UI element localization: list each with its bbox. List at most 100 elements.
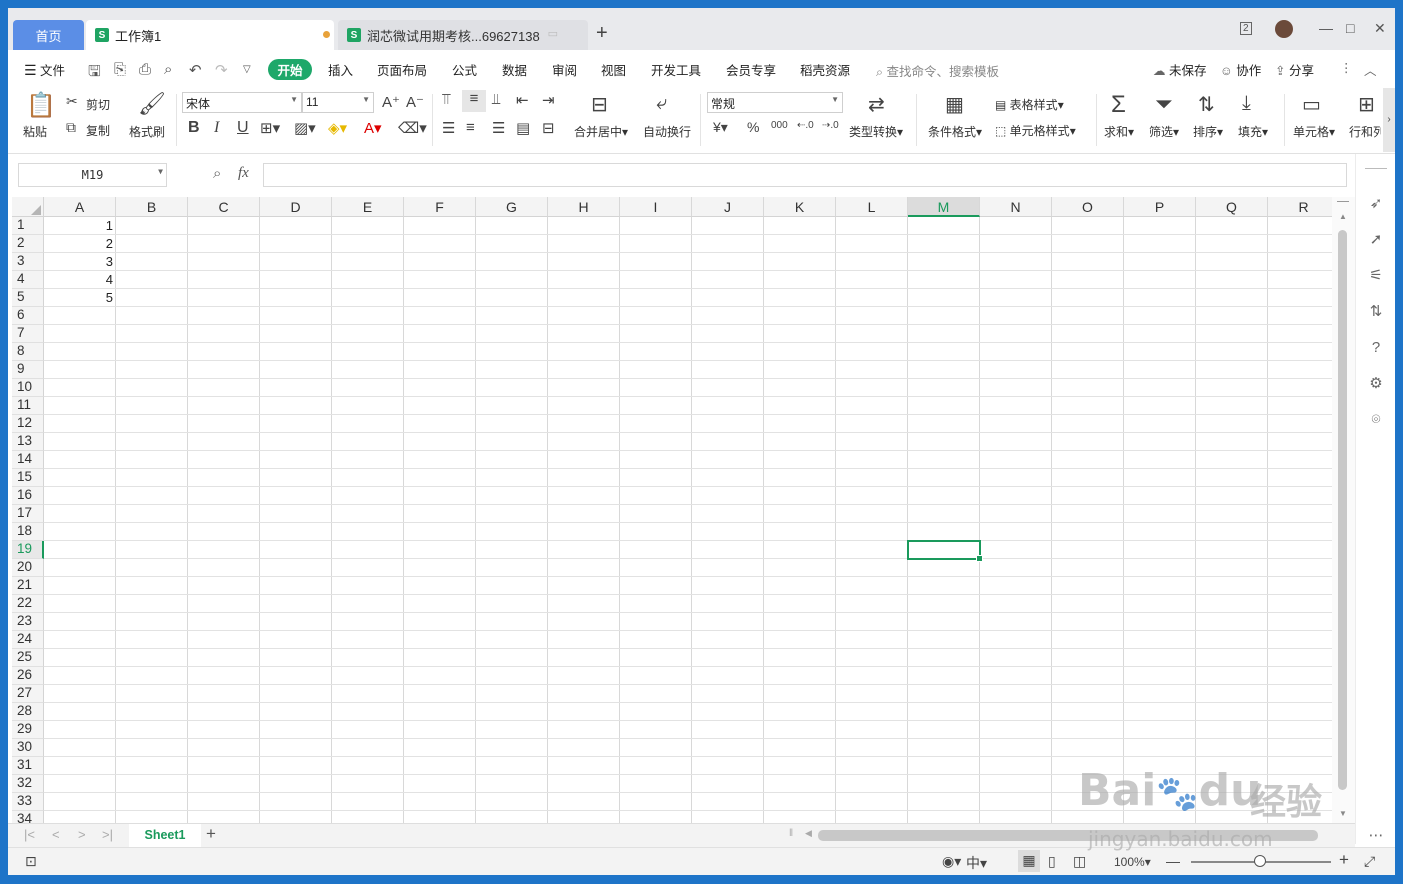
row-header-3[interactable]: 3 xyxy=(12,253,44,271)
cell-style-button[interactable]: ⬚ 单元格样式▾ xyxy=(995,122,1076,139)
sliders-icon[interactable]: ⚟ xyxy=(1368,268,1384,284)
tab-home[interactable]: 首页 xyxy=(13,20,84,50)
underline-button[interactable]: U xyxy=(237,119,249,137)
column-header-n[interactable]: N xyxy=(980,197,1052,217)
align-left-icon[interactable]: ☰ xyxy=(442,119,455,137)
collapse-ribbon-icon[interactable]: ︿ xyxy=(1364,60,1377,79)
select-all-corner[interactable] xyxy=(12,197,44,217)
row-header-14[interactable]: 14 xyxy=(12,451,44,469)
menu-docer[interactable]: 稻壳资源 xyxy=(800,60,850,79)
table-style-button[interactable]: ▤ 表格样式▾ xyxy=(995,96,1064,113)
row-header-4[interactable]: 4 xyxy=(12,271,44,289)
align-center-icon[interactable]: ≡ xyxy=(466,119,475,136)
cell-button[interactable]: 单元格▾ xyxy=(1293,123,1335,140)
row-header-23[interactable]: 23 xyxy=(12,613,44,631)
more-vertical-icon[interactable]: ⋮ xyxy=(1340,60,1353,75)
column-header-j[interactable]: J xyxy=(692,197,764,217)
name-box[interactable]: M19 ▼ xyxy=(18,163,167,187)
minimize-button[interactable]: — xyxy=(1319,20,1333,36)
add-sheet-button[interactable]: + xyxy=(206,824,216,844)
row-header-7[interactable]: 7 xyxy=(12,325,44,343)
column-header-q[interactable]: Q xyxy=(1196,197,1268,217)
row-header-25[interactable]: 25 xyxy=(12,649,44,667)
align-bottom-icon[interactable]: ⫫ xyxy=(492,91,500,108)
column-header-b[interactable]: B xyxy=(116,197,188,217)
font-size-select[interactable]: 11 ▼ xyxy=(302,92,374,113)
menu-insert[interactable]: 插入 xyxy=(328,60,353,79)
sort-button[interactable]: 排序▾ xyxy=(1193,123,1223,140)
zoom-level[interactable]: 100%▾ xyxy=(1114,855,1151,869)
ribbon-scroll-right-icon[interactable]: › xyxy=(1383,88,1395,152)
column-header-r[interactable]: R xyxy=(1268,197,1332,217)
cell-a5[interactable]: 5 xyxy=(44,290,116,308)
formula-input[interactable] xyxy=(263,163,1347,187)
image-settings-icon[interactable]: ⚙ xyxy=(1368,376,1384,392)
align-top-icon[interactable]: ⫪ xyxy=(442,91,450,108)
row-header-17[interactable]: 17 xyxy=(12,505,44,523)
fill-pattern-icon[interactable]: ▨▾ xyxy=(294,119,316,137)
help-icon[interactable]: ? xyxy=(1368,340,1384,356)
align-right-icon[interactable]: ☰ xyxy=(492,119,505,137)
last-sheet-icon[interactable]: >| xyxy=(102,827,113,842)
avatar[interactable] xyxy=(1275,20,1293,38)
sheet-tab-sheet1[interactable]: Sheet1 xyxy=(129,824,201,847)
menu-home[interactable]: 开始 xyxy=(268,59,312,80)
row-header-22[interactable]: 22 xyxy=(12,595,44,613)
bold-button[interactable]: B xyxy=(188,119,200,137)
row-header-27[interactable]: 27 xyxy=(12,685,44,703)
column-header-k[interactable]: K xyxy=(764,197,836,217)
row-header-10[interactable]: 10 xyxy=(12,379,44,397)
print-preview-icon[interactable]: ⌕ xyxy=(164,61,172,78)
row-header-31[interactable]: 31 xyxy=(12,757,44,775)
menu-formula[interactable]: 公式 xyxy=(452,60,477,79)
column-header-i[interactable]: I xyxy=(620,197,692,217)
row-header-11[interactable]: 11 xyxy=(12,397,44,415)
menu-member[interactable]: 会员专享 xyxy=(726,60,776,79)
fill-color-icon[interactable]: ◈▾ xyxy=(328,119,347,137)
row-header-18[interactable]: 18 xyxy=(12,523,44,541)
split-handle[interactable]: ‖ xyxy=(789,828,793,839)
row-header-34[interactable]: 34 xyxy=(12,811,44,823)
backup-icon[interactable]: ⌾ xyxy=(1368,412,1384,428)
rocket-icon[interactable]: ➶ xyxy=(1368,196,1384,212)
normal-view-icon[interactable]: ▦ xyxy=(1018,850,1040,872)
file-menu[interactable]: ☰ 文件 xyxy=(24,60,65,79)
page-layout-view-icon[interactable]: ▯ xyxy=(1048,853,1056,870)
decrease-decimal-icon[interactable]: ⇢.0 xyxy=(822,120,839,131)
fx-button[interactable]: fx xyxy=(238,165,249,182)
font-name-select[interactable]: 宋体 ▼ xyxy=(182,92,302,113)
column-header-m[interactable]: M xyxy=(908,197,980,217)
redo-icon[interactable]: ↷ xyxy=(215,61,228,79)
row-header-32[interactable]: 32 xyxy=(12,775,44,793)
input-method-icon[interactable]: 中▾ xyxy=(966,853,987,873)
menu-view[interactable]: 视图 xyxy=(601,60,626,79)
row-header-30[interactable]: 30 xyxy=(12,739,44,757)
paste-button[interactable]: 粘贴 xyxy=(23,123,47,140)
increase-font-icon[interactable]: A⁺ xyxy=(382,93,400,111)
tab-document2[interactable]: S 润芯微试用期考核...69627138 ▭ xyxy=(338,20,588,50)
fullscreen-icon[interactable]: ⤢ xyxy=(1364,853,1375,870)
row-header-26[interactable]: 26 xyxy=(12,667,44,685)
new-tab-button[interactable]: + xyxy=(596,22,608,45)
increase-decimal-icon[interactable]: ⇠.0 xyxy=(797,120,814,131)
collaborate-button[interactable]: ☺ 协作 xyxy=(1220,60,1261,79)
row-header-5[interactable]: 5 xyxy=(12,289,44,307)
menu-data[interactable]: 数据 xyxy=(502,60,527,79)
prev-sheet-icon[interactable]: < xyxy=(52,827,60,842)
column-header-f[interactable]: F xyxy=(404,197,476,217)
more-horizontal-icon[interactable]: ⋯ xyxy=(1368,828,1384,844)
border-icon[interactable]: ⊞▾ xyxy=(260,119,280,137)
row-header-9[interactable]: 9 xyxy=(12,361,44,379)
distribute-icon[interactable]: ⊟ xyxy=(542,119,555,137)
zoom-in-button[interactable]: + xyxy=(1339,850,1349,870)
column-header-l[interactable]: L xyxy=(836,197,908,217)
column-header-a[interactable]: A xyxy=(44,197,116,217)
vertical-scrollbar[interactable]: ▲ ▼ xyxy=(1332,197,1355,823)
column-header-d[interactable]: D xyxy=(260,197,332,217)
zoom-icon[interactable]: ⌕ xyxy=(213,165,221,182)
decrease-font-icon[interactable]: A⁻ xyxy=(406,93,424,111)
row-header-6[interactable]: 6 xyxy=(12,307,44,325)
maximize-button[interactable]: □ xyxy=(1346,20,1354,36)
export-icon[interactable]: ⎘ xyxy=(114,61,126,78)
macro-record-icon[interactable]: ⊡ xyxy=(25,853,37,870)
